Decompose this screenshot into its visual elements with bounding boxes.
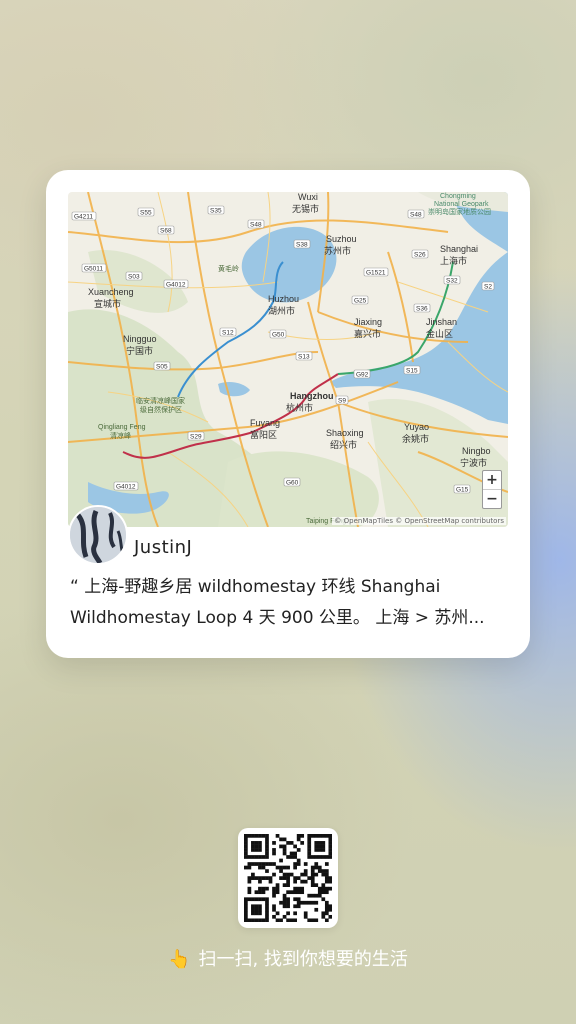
label-mountain: 黄毛岭 [218, 264, 239, 273]
label-ningguo-cn: 宁国市 [126, 345, 153, 356]
highway-shield-label: G4012 [116, 483, 136, 490]
label-shanghai: Shanghai [440, 244, 478, 254]
label-xuancheng-cn: 宣城市 [94, 298, 121, 309]
label-huzhou-cn: 湖州市 [268, 305, 295, 316]
avatar[interactable] [68, 505, 128, 565]
label-reserve-1: 临安清凉峰国家 [136, 396, 185, 405]
label-ningbo-cn: 宁波市 [460, 457, 487, 468]
post-excerpt: “ 上海-野趣乡居 wildhomestay 环线 Shanghai Wildh… [70, 572, 510, 634]
highway-shield-label: S2 [484, 283, 492, 290]
highway-shield-label: S05 [156, 363, 168, 370]
label-fuyang-cn: 富阳区 [250, 429, 277, 440]
label-fuyang: Fuyang [250, 418, 280, 428]
label-jinshan-cn: 金山区 [426, 328, 453, 339]
label-shanghai-cn: 上海市 [440, 255, 467, 266]
highway-shield-label: G25 [354, 297, 367, 304]
map-canvas: Wuxi 无锡市 Suzhou 苏州市 Shanghai 上海市 Huzhou … [68, 192, 508, 527]
highway-shield-label: S38 [296, 241, 308, 248]
map-zoom-control: + − [482, 470, 502, 509]
highway-shield-label: S55 [140, 209, 152, 216]
label-chongming-2: National Geopark [434, 201, 489, 208]
highway-shield-label: G50 [272, 331, 285, 338]
avatar-image [70, 507, 126, 563]
label-reserve-2: 级自然保护区 [140, 405, 182, 414]
label-xuancheng: Xuancheng [88, 287, 134, 297]
highway-shield-label: G92 [356, 371, 369, 378]
label-ningbo: Ningbo [462, 446, 491, 456]
label-shaoxing: Shaoxing [326, 428, 364, 438]
label-chongming-1: Chongming [440, 193, 476, 200]
highway-shield-label: G5011 [84, 265, 103, 272]
label-hangzhou: Hangzhou [290, 391, 334, 401]
qr-code[interactable] [238, 828, 338, 928]
highway-shield-label: S15 [406, 367, 418, 374]
label-huzhou: Huzhou [268, 294, 299, 304]
highway-shield-label: S36 [416, 305, 428, 312]
label-yuyao-cn: 余姚市 [402, 433, 429, 444]
share-card[interactable]: Wuxi 无锡市 Suzhou 苏州市 Shanghai 上海市 Huzhou … [46, 170, 530, 658]
highway-shield-label: S13 [298, 353, 310, 360]
highway-shield-label: G15 [456, 486, 469, 493]
highway-shield-label: S03 [128, 273, 140, 280]
highway-shield-label: S48 [410, 211, 422, 218]
highway-shield-label: S12 [222, 329, 234, 336]
label-hangzhou-cn: 杭州市 [286, 402, 313, 413]
scan-text: 扫一扫, 找到你想要的生活 [198, 949, 408, 970]
route-map[interactable]: Wuxi 无锡市 Suzhou 苏州市 Shanghai 上海市 Huzhou … [68, 192, 508, 527]
label-wuxi-cn: 无锡市 [292, 203, 319, 214]
excerpt-line-1: “ 上海-野趣乡居 wildhomestay 环线 Shanghai [70, 577, 441, 597]
highway-shield-label: S9 [338, 397, 346, 404]
label-jinshan: Jinshan [426, 317, 457, 327]
zoom-in-button[interactable]: + [483, 471, 501, 489]
scan-prompt: 👆 扫一扫, 找到你想要的生活 [0, 945, 576, 971]
pointing-hand-icon: 👆 [168, 949, 191, 970]
label-jiaxing-cn: 嘉兴市 [354, 328, 381, 339]
excerpt-line-2: Wildhomestay Loop 4 天 900 公里。 上海 > 苏州... [70, 608, 485, 628]
label-yuyao: Yuyao [404, 422, 429, 432]
label-qingliang: Qingliang Feng [98, 424, 146, 431]
label-ningguo: Ningguo [123, 334, 157, 344]
label-qingliang-cn: 清凉峰 [110, 431, 131, 440]
highway-shield-label: G60 [286, 479, 299, 486]
label-chongming-3: 崇明岛国家地质公园 [428, 207, 491, 216]
highway-shield-label: G4211 [74, 213, 93, 220]
label-suzhou-cn: 苏州市 [324, 245, 351, 256]
label-suzhou: Suzhou [326, 234, 357, 244]
highway-shield-label: S48 [250, 221, 262, 228]
highway-shield-label: S35 [210, 207, 222, 214]
highway-shield-label: S32 [446, 277, 458, 284]
highway-shield-label: S68 [160, 227, 172, 234]
label-shaoxing-cn: 绍兴市 [330, 439, 357, 450]
label-jiaxing: Jiaxing [354, 317, 382, 327]
qr-code-image [244, 834, 332, 922]
zoom-out-button[interactable]: − [483, 489, 501, 508]
highway-shield-label: S29 [190, 433, 202, 440]
highway-shield-label: S26 [414, 251, 426, 258]
map-attribution: © OpenMapTiles © OpenStreetMap contribut… [332, 517, 506, 525]
label-wuxi: Wuxi [298, 192, 318, 202]
author-name: JustinJ [134, 537, 193, 558]
highway-shield-label: G1521 [366, 269, 386, 276]
highway-shield-label: G4012 [166, 281, 186, 288]
